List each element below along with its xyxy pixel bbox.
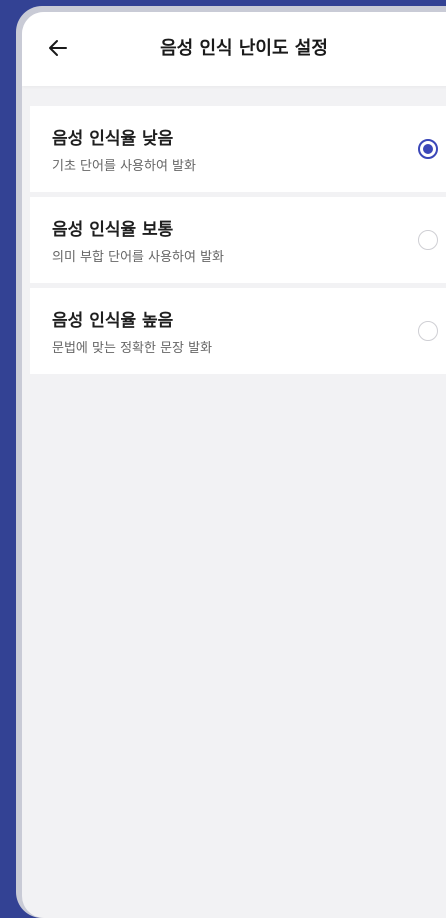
device-frame: 음성 인식 난이도 설정 음성 인식율 낮음 기초 단어를 사용하여 발화 음성… [16, 6, 446, 918]
radio-button-selected[interactable] [418, 139, 438, 159]
radio-button[interactable] [418, 321, 438, 341]
option-medium[interactable]: 음성 인식율 보통 의미 부합 단어를 사용하여 발화 [30, 197, 446, 283]
app-screen: 음성 인식 난이도 설정 음성 인식율 낮음 기초 단어를 사용하여 발화 음성… [22, 12, 446, 918]
option-high[interactable]: 음성 인식율 높음 문법에 맞는 정확한 문장 발화 [30, 288, 446, 374]
option-description: 문법에 맞는 정확한 문장 발화 [52, 341, 213, 356]
radio-button[interactable] [418, 230, 438, 250]
option-title: 음성 인식율 높음 [52, 311, 174, 331]
option-low[interactable]: 음성 인식율 낮음 기초 단어를 사용하여 발화 [30, 106, 446, 192]
page-title: 음성 인식 난이도 설정 [160, 38, 328, 59]
option-description: 기초 단어를 사용하여 발화 [52, 159, 196, 174]
option-title: 음성 인식율 보통 [52, 220, 174, 240]
option-title: 음성 인식율 낮음 [52, 129, 174, 149]
option-description: 의미 부합 단어를 사용하여 발화 [52, 250, 225, 265]
app-header: 음성 인식 난이도 설정 [22, 12, 446, 86]
difficulty-option-list: 음성 인식율 낮음 기초 단어를 사용하여 발화 음성 인식율 보통 의미 부합… [30, 106, 446, 379]
